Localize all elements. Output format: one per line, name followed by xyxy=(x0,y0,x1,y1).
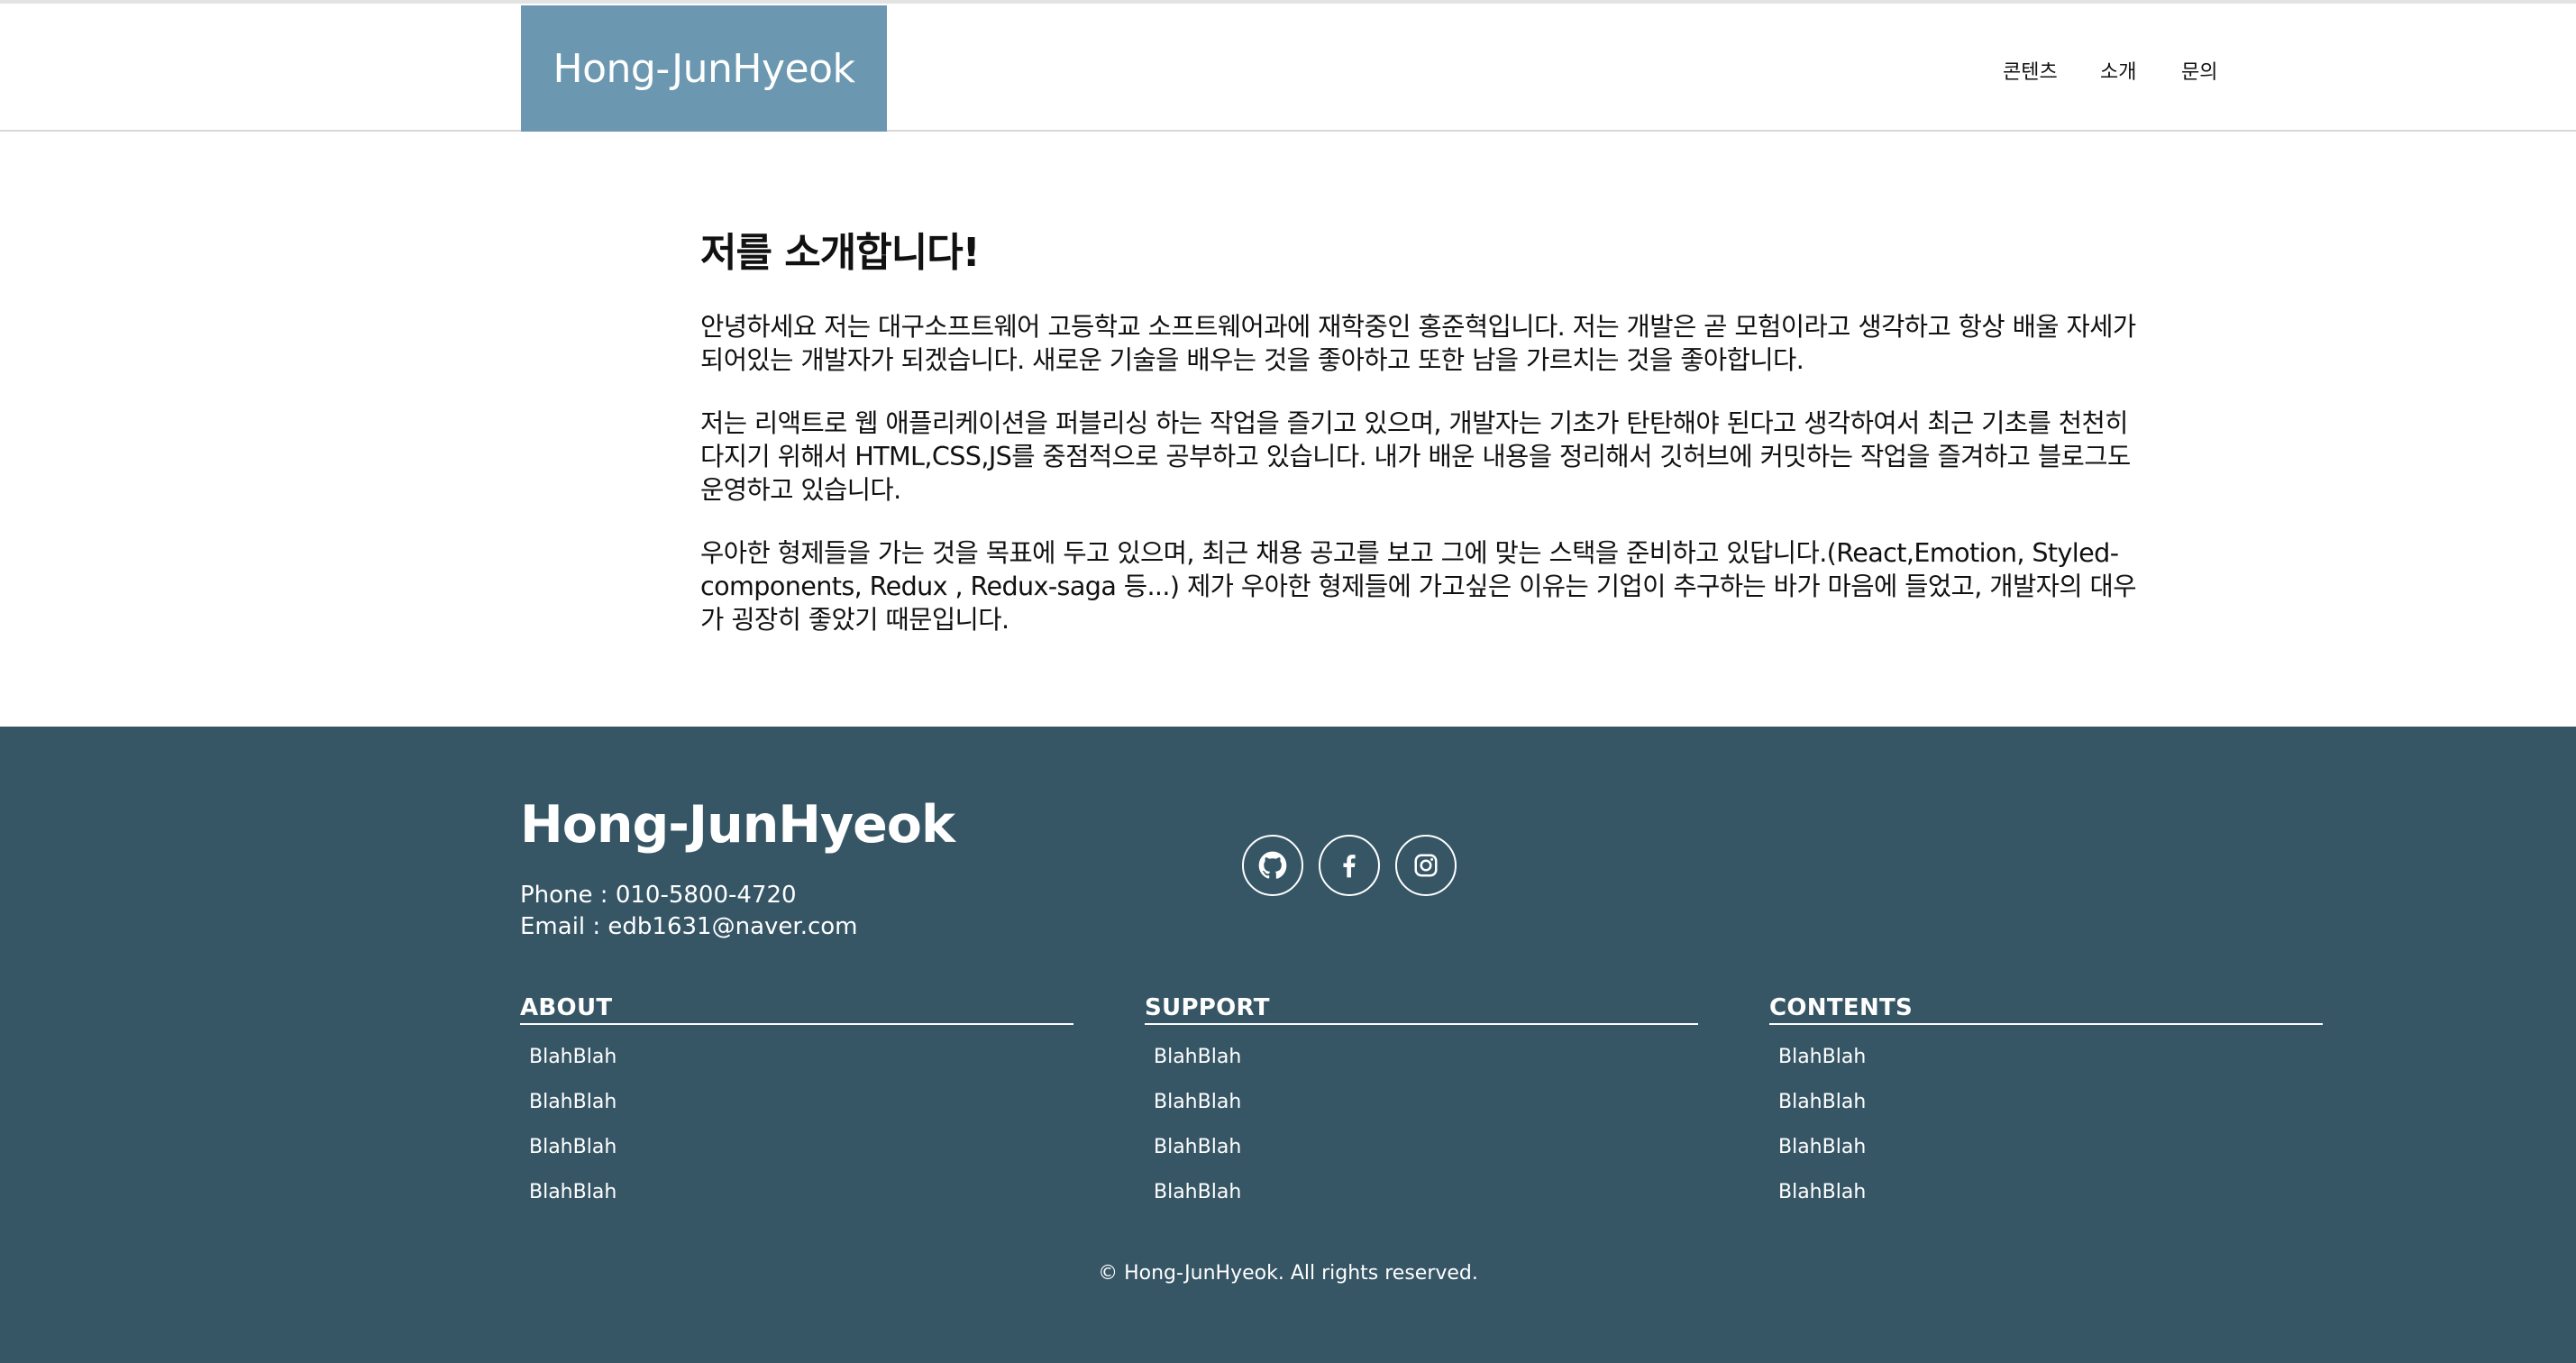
instagram-icon xyxy=(1414,854,1438,877)
nav-item-contact[interactable]: 문의 xyxy=(2181,56,2217,85)
intro-section: 저를 소개합니다! 안녕하세요 저는 대구소프트웨어 고등학교 소프트웨어과에 … xyxy=(700,220,2151,666)
footer-link[interactable]: BlahBlah xyxy=(1154,1133,1698,1178)
site-logo[interactable]: Hong-JunHyeok xyxy=(521,5,887,132)
footer-link[interactable]: BlahBlah xyxy=(1778,1178,2323,1223)
github-icon xyxy=(1258,851,1287,879)
social-links xyxy=(1242,835,1457,896)
footer-link[interactable]: BlahBlah xyxy=(1154,1178,1698,1223)
footer-link-list: BlahBlah BlahBlah BlahBlah BlahBlah xyxy=(520,1043,1073,1223)
footer-column-title: ABOUT xyxy=(520,994,1073,1025)
footer-link[interactable]: BlahBlah xyxy=(529,1133,1073,1178)
facebook-link[interactable] xyxy=(1319,835,1380,896)
instagram-link[interactable] xyxy=(1395,835,1457,896)
footer-column-contents: CONTENTS BlahBlah BlahBlah BlahBlah Blah… xyxy=(1769,994,2323,1223)
footer-link[interactable]: BlahBlah xyxy=(529,1043,1073,1088)
footer-link[interactable]: BlahBlah xyxy=(1778,1088,2323,1133)
footer-column-support: SUPPORT BlahBlah BlahBlah BlahBlah BlahB… xyxy=(1145,994,1698,1223)
footer-column-about: ABOUT BlahBlah BlahBlah BlahBlah BlahBla… xyxy=(520,994,1073,1223)
footer-phone: Phone : 010-5800-4720 xyxy=(520,882,797,909)
main-content: 저를 소개합니다! 안녕하세요 저는 대구소프트웨어 고등학교 소프트웨어과에 … xyxy=(0,132,2576,728)
footer-link[interactable]: BlahBlah xyxy=(1778,1133,2323,1178)
footer-contact: Phone : 010-5800-4720 Email : edb1631@na… xyxy=(520,880,858,943)
footer-column-title: SUPPORT xyxy=(1145,994,1698,1025)
footer-link[interactable]: BlahBlah xyxy=(1154,1088,1698,1133)
footer-link[interactable]: BlahBlah xyxy=(529,1088,1073,1133)
github-link[interactable] xyxy=(1242,835,1303,896)
footer-link[interactable]: BlahBlah xyxy=(1778,1043,2323,1088)
intro-paragraph: 우아한 형제들을 가는 것을 목표에 두고 있으며, 최근 채용 공고를 보고 … xyxy=(700,537,2137,635)
intro-title: 저를 소개합니다! xyxy=(700,230,981,276)
footer-column-title: CONTENTS xyxy=(1769,994,2323,1025)
footer-link[interactable]: BlahBlah xyxy=(529,1178,1073,1223)
site-header: Hong-JunHyeok 콘텐츠 소개 문의 xyxy=(0,4,2576,132)
site-footer: Hong-JunHyeok Phone : 010-5800-4720 Emai… xyxy=(0,727,2576,1363)
facebook-icon xyxy=(1343,855,1356,878)
footer-link-list: BlahBlah BlahBlah BlahBlah BlahBlah xyxy=(1769,1043,2323,1223)
footer-title: Hong-JunHyeok xyxy=(520,795,955,855)
footer-email: Email : edb1631@naver.com xyxy=(520,913,858,940)
nav-item-contents[interactable]: 콘텐츠 xyxy=(2003,56,2058,85)
footer-link-list: BlahBlah BlahBlah BlahBlah BlahBlah xyxy=(1145,1043,1698,1223)
nav-item-about[interactable]: 소개 xyxy=(2100,56,2136,85)
intro-paragraph: 안녕하세요 저는 대구소프트웨어 고등학교 소프트웨어과에 재학중인 홍준혁입니… xyxy=(700,311,2136,375)
intro-paragraph: 저는 리액트로 웹 애플리케이션을 퍼블리싱 하는 작업을 즐기고 있으며, 개… xyxy=(700,407,2131,505)
footer-link[interactable]: BlahBlah xyxy=(1154,1043,1698,1088)
copyright-text: © Hong-JunHyeok. All rights reserved. xyxy=(1098,1262,1478,1285)
